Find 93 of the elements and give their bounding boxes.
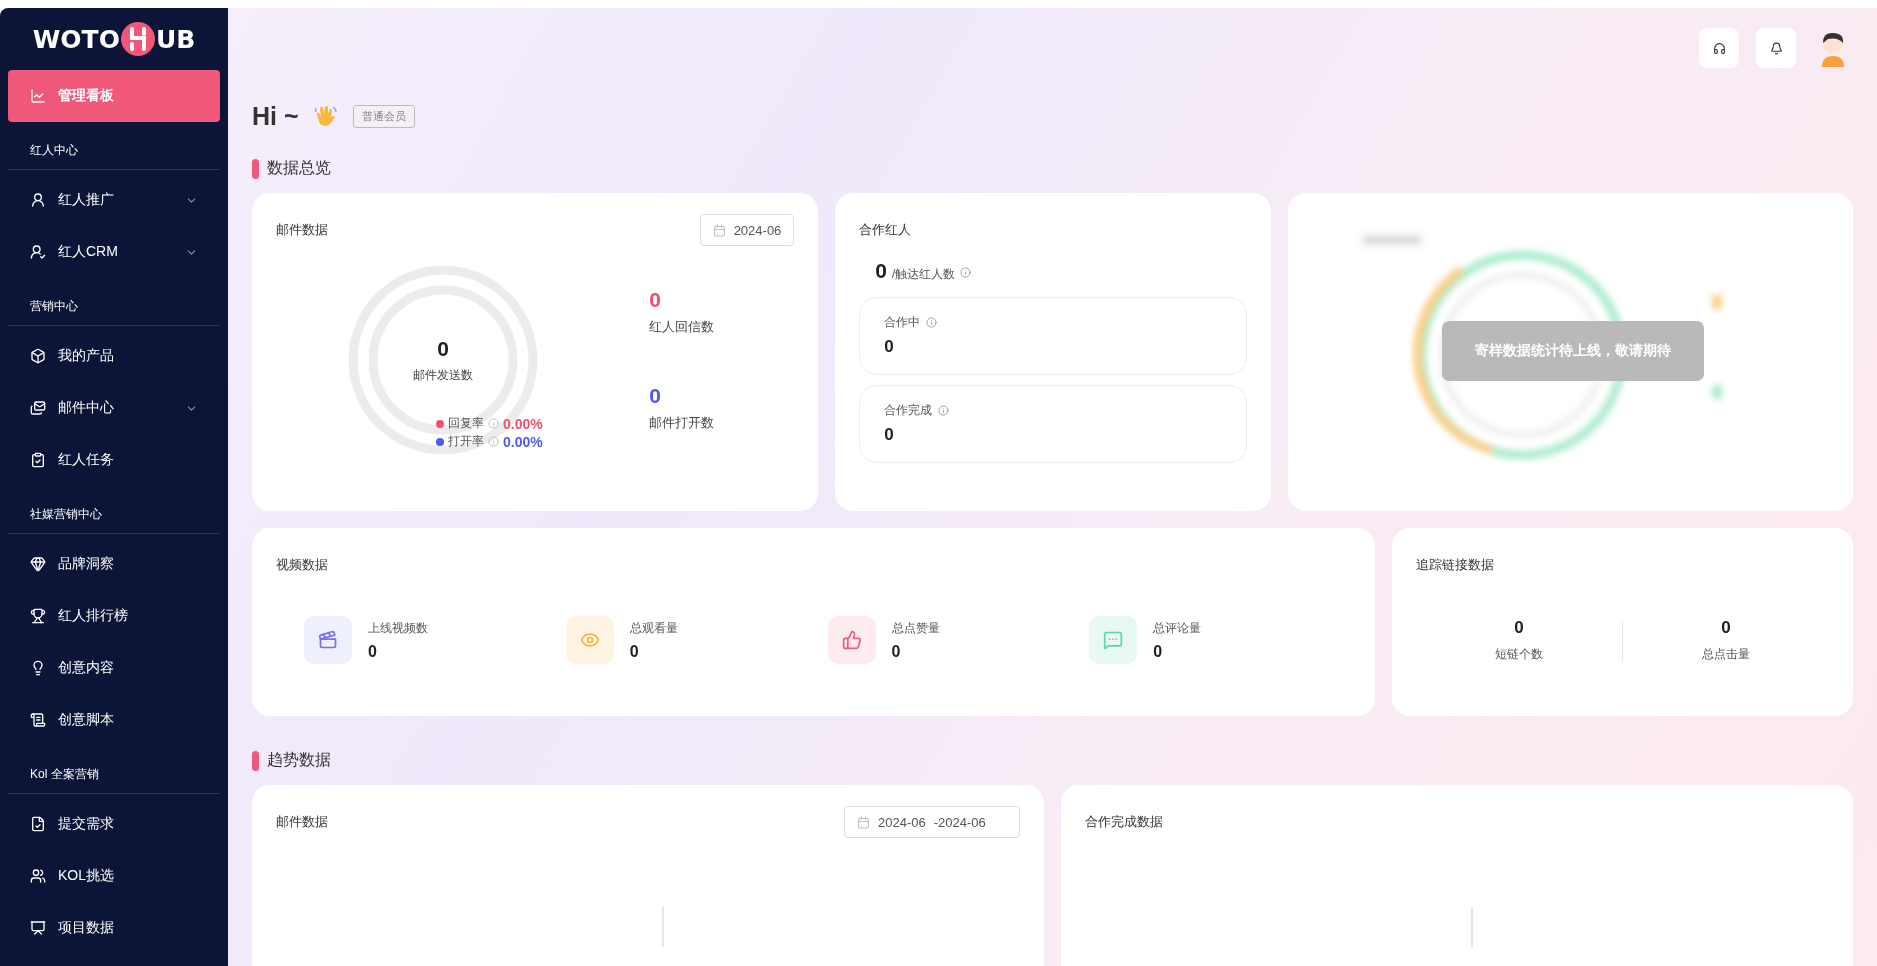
sidebar-section-label: 营销中心 — [8, 278, 220, 326]
stat-value: 0 — [649, 288, 663, 312]
notification-button[interactable] — [1756, 28, 1796, 68]
sidebar-item[interactable]: 红人任务 — [8, 434, 220, 486]
stat-value: 0 — [1153, 642, 1164, 661]
scroll-icon — [30, 712, 46, 728]
waving-hand-icon — [312, 103, 339, 129]
card-title: 追踪链接数据 — [1416, 556, 1494, 574]
box-icon — [30, 348, 46, 364]
card-title: 视频数据 — [276, 556, 328, 574]
calendar-icon — [712, 223, 726, 237]
thumbs-up-icon — [827, 616, 876, 664]
support-button[interactable] — [1699, 28, 1739, 68]
sidebar-item[interactable]: 红人CRM — [8, 226, 220, 278]
stat-value: 0 — [1514, 618, 1524, 638]
sidebar-item[interactable]: 品牌洞察 — [8, 538, 220, 590]
sidebar-item[interactable]: KOL挑选 — [8, 850, 220, 902]
blurred-title-bar — [1361, 235, 1422, 245]
sidebar-item[interactable]: 创意内容 — [8, 642, 220, 694]
stat-value: 0 — [629, 642, 640, 661]
sidebar-item[interactable]: 邮件中心 — [8, 382, 220, 434]
info-icon — [488, 418, 499, 429]
headset-icon — [1712, 41, 1726, 55]
stat-value: 0 — [368, 642, 378, 661]
sidebar-item[interactable]: 项目数据 — [8, 902, 220, 954]
users-icon — [30, 868, 46, 884]
stat-label: 总评论量 — [1153, 619, 1202, 637]
sidebar-section-label: 社媒营销中心 — [8, 486, 220, 534]
greeting-text: Hi ~ — [252, 101, 299, 131]
info-icon — [488, 436, 499, 447]
stat-value: 0 — [875, 259, 888, 283]
lightbulb-icon — [30, 660, 46, 676]
sidebar-item[interactable]: 创意脚本 — [8, 694, 220, 746]
stat-label: 短链个数 — [1495, 646, 1543, 663]
stat-value: 0 — [884, 337, 895, 357]
user-icon — [30, 192, 46, 208]
logo: WOTO UB — [31, 21, 197, 58]
date-field[interactable]: 2024-06 — [699, 214, 795, 246]
clipboard-check-icon — [30, 452, 46, 468]
blurred-stat-mark — [1711, 295, 1722, 309]
stat-label: 邮件打开数 — [649, 414, 715, 432]
legend-value: 0.00% — [503, 415, 543, 432]
stat-value: 0 — [649, 384, 663, 408]
calendar-icon — [857, 815, 870, 829]
sidebar-item[interactable]: 红人推广 — [8, 174, 220, 226]
date-range-field[interactable]: 2024-06 -2024-06 — [844, 806, 1020, 838]
presentation-icon — [30, 920, 46, 936]
stat-label: 总点赞量 — [891, 619, 940, 637]
info-icon — [960, 267, 972, 278]
clapperboard-icon — [304, 616, 352, 664]
trophy-icon — [30, 608, 46, 624]
sidebar-section-label: 红人中心 — [8, 122, 220, 170]
section-title: 数据总览 — [267, 158, 331, 178]
user-check-icon — [30, 244, 46, 260]
stat-label: 合作中 — [884, 314, 921, 331]
membership-badge: 普通会员 — [352, 104, 415, 128]
stat-label: 红人回信数 — [649, 318, 715, 336]
stat-label: 上线视频数 — [368, 619, 428, 637]
stat-label: 总点击量 — [1702, 646, 1750, 663]
sidebar-section-label: Kol 全案营销 — [8, 746, 220, 794]
info-icon — [926, 317, 938, 328]
card-title: 邮件数据 — [276, 221, 328, 239]
card-title: 邮件数据 — [276, 813, 328, 831]
sidebar-item[interactable]: 提交需求 — [8, 798, 220, 850]
card-title: 合作红人 — [859, 221, 912, 239]
legend-value: 0.00% — [503, 433, 543, 450]
stat-label: 总观看量 — [629, 619, 678, 637]
stat-value: 0 — [884, 425, 895, 445]
coming-soon-notice: 寄样数据统计待上线，敬请期待 — [1441, 321, 1704, 381]
eye-icon — [565, 616, 614, 664]
diamond-icon — [30, 556, 46, 572]
bell-icon — [1769, 41, 1783, 55]
section-marker — [252, 158, 259, 179]
stat-value: 0 — [891, 642, 902, 661]
line-chart-icon — [30, 88, 46, 104]
blurred-stat-mark — [1711, 385, 1722, 399]
file-check-icon — [30, 816, 46, 832]
sidebar-item[interactable]: 我的产品 — [8, 330, 220, 382]
stat-label: /触达红人数 — [892, 266, 956, 283]
chat-bubble-icon — [1089, 616, 1138, 664]
stat-value: 0 — [1721, 618, 1731, 638]
sidebar-item[interactable]: 红人排行榜 — [8, 590, 220, 642]
logo-mark-drawing — [120, 22, 155, 56]
info-icon — [938, 405, 950, 416]
stat-label: 合作完成 — [884, 402, 933, 419]
card-title: 合作完成数据 — [1085, 813, 1163, 831]
section-title: 趋势数据 — [267, 750, 331, 770]
stat-label: 邮件发送数 — [413, 366, 473, 384]
stat-value: 0 — [437, 336, 449, 361]
section-marker — [252, 750, 259, 771]
legend-label: 回复率 — [448, 415, 484, 432]
legend-label: 打开率 — [448, 433, 484, 450]
mail-icon — [30, 400, 46, 416]
